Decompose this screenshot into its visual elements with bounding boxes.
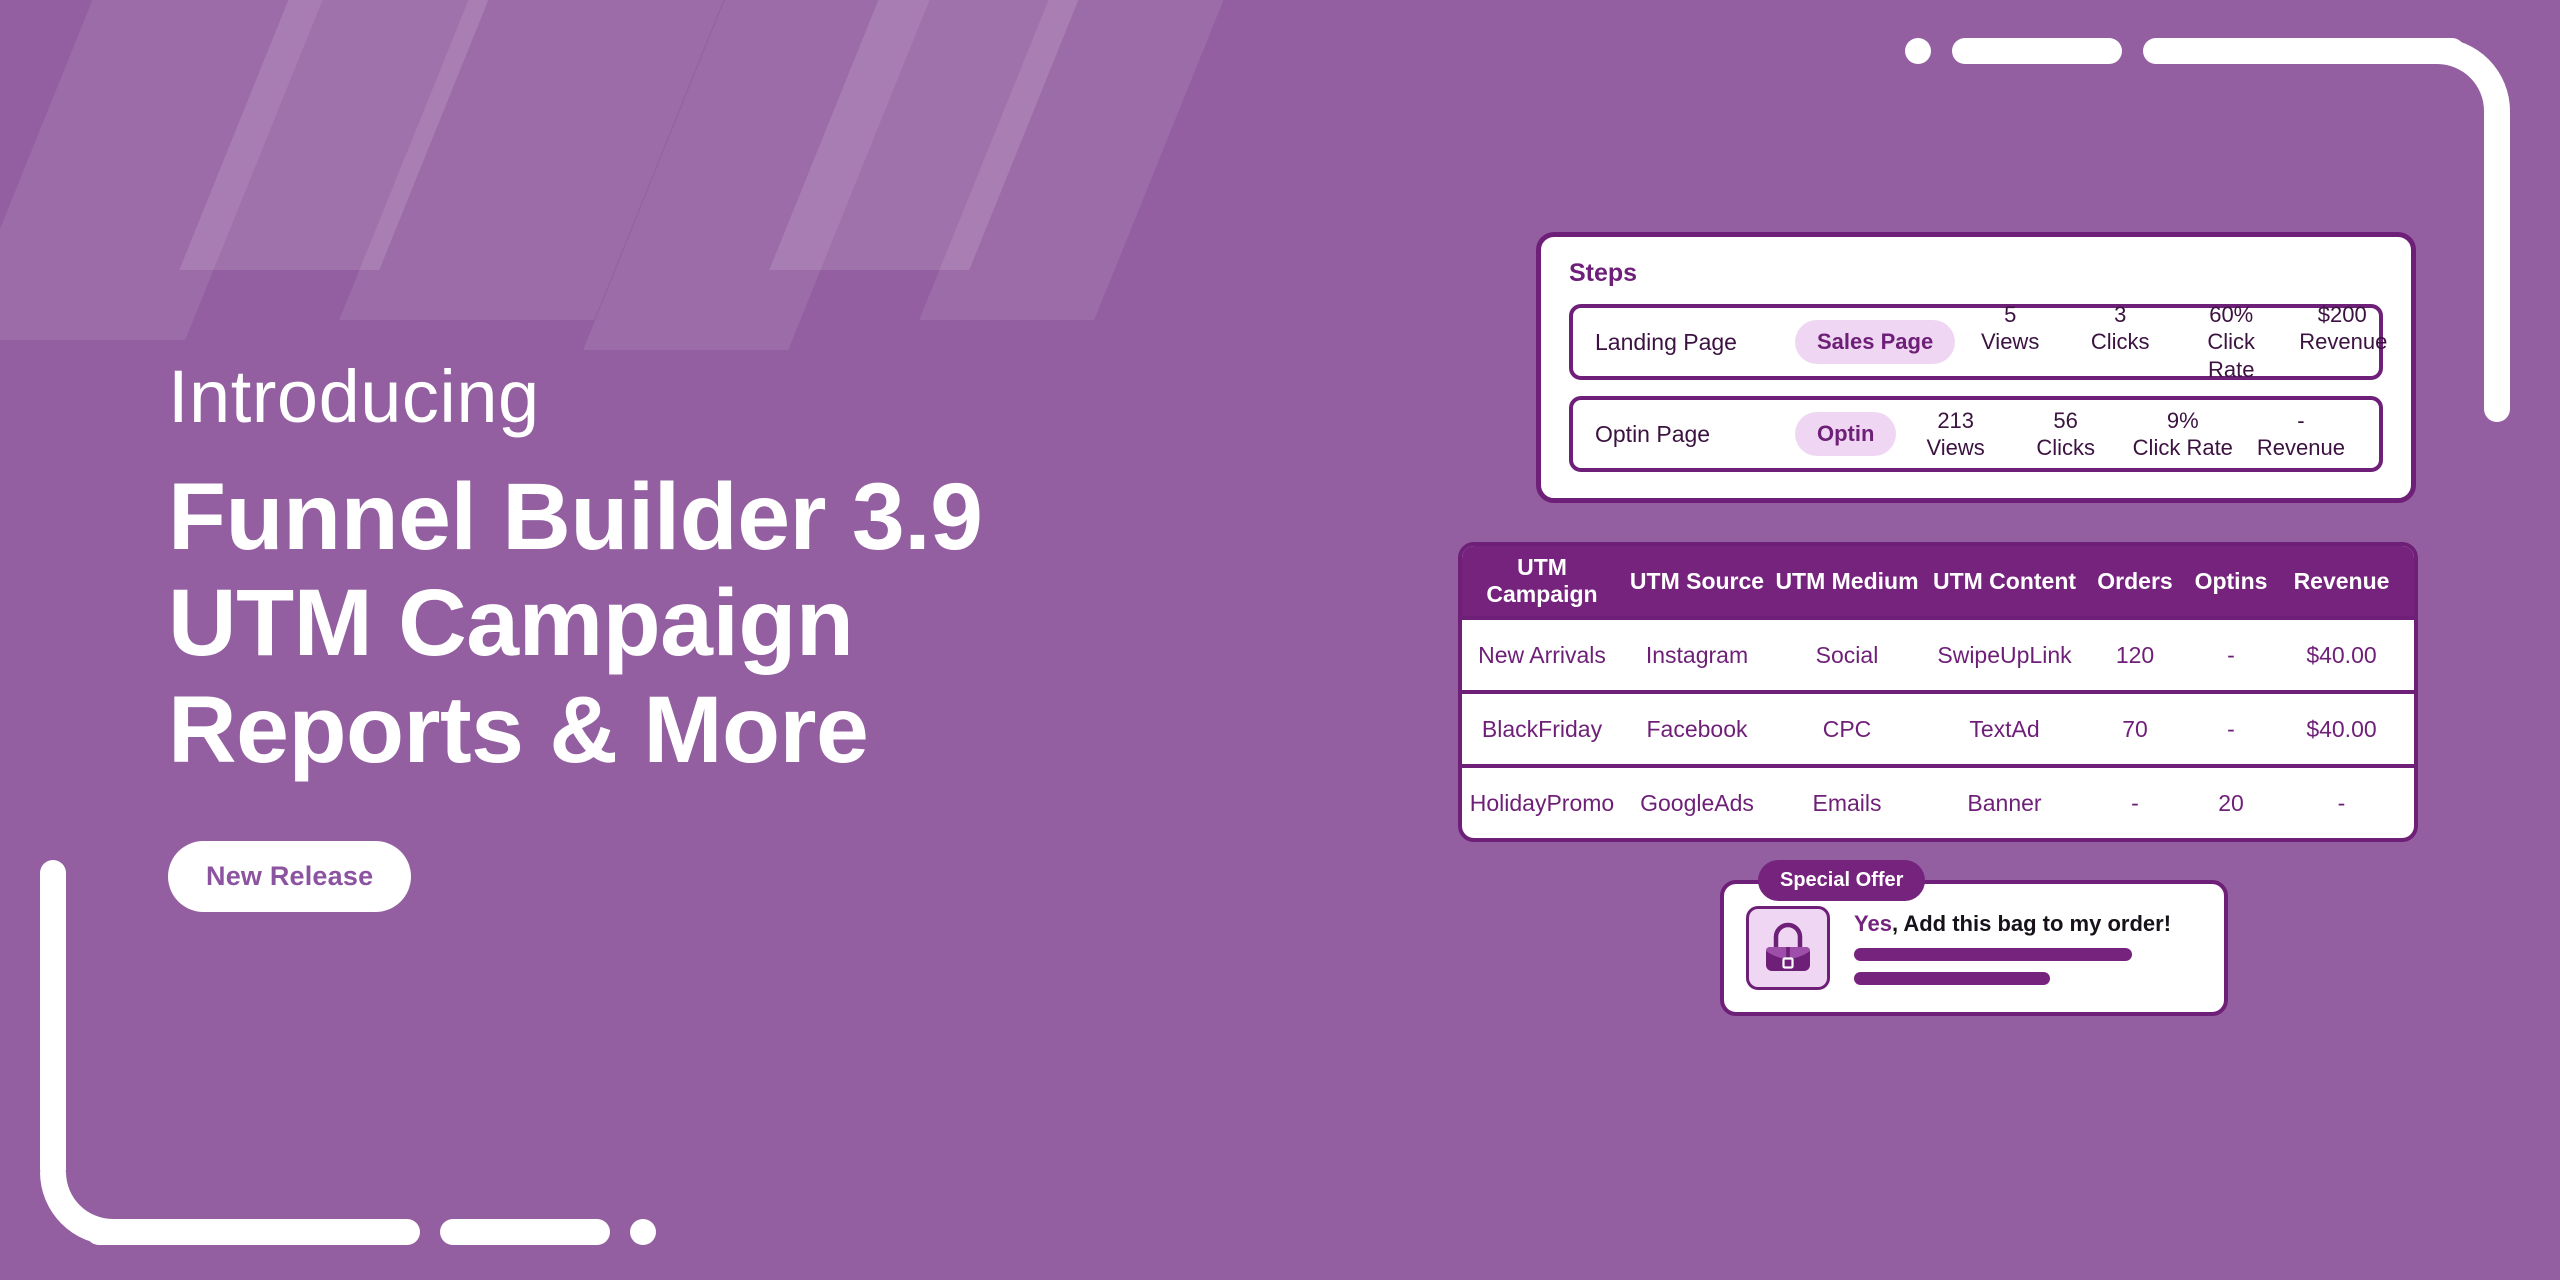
decorative-diamond-pattern xyxy=(0,0,1256,350)
step-name: Landing Page xyxy=(1595,328,1737,355)
metric-views: 213 Views xyxy=(1901,407,2011,462)
cell-campaign: New Arrivals xyxy=(1478,641,1606,668)
metric-click-rate: 9% Click Rate xyxy=(2121,407,2245,462)
cell-campaign: BlackFriday xyxy=(1481,715,1603,742)
metric-value: $200 xyxy=(2317,301,2367,327)
table-row[interactable]: HolidayPromo GoogleAds Emails Banner - 2… xyxy=(1462,764,2414,838)
promo-banner: Introducing Funnel Builder 3.9 UTM Campa… xyxy=(0,0,2560,1280)
utm-campaign-table: UTM Campaign UTM Source UTM Medium UTM C… xyxy=(1458,542,2418,842)
diamond-shape xyxy=(0,0,355,340)
cell-source: GoogleAds xyxy=(1640,789,1754,816)
headline-line-2: UTM Campaign xyxy=(168,570,854,677)
metric-value: 5 xyxy=(2004,301,2017,327)
offer-accent-word: Yes xyxy=(1854,911,1892,936)
table-row[interactable]: New Arrivals Instagram Social SwipeUpLin… xyxy=(1462,616,2414,690)
column-header: UTM Source xyxy=(1629,567,1765,594)
cell-optins: - xyxy=(2227,715,2235,742)
metric-value: - xyxy=(2297,407,2305,433)
cell-medium: CPC xyxy=(1822,715,1872,742)
status-badge: Special Offer xyxy=(1758,860,1926,901)
metric-clicks: 3 Clicks xyxy=(2065,301,2175,384)
diamond-shape xyxy=(179,0,521,270)
bracket-vertical-line xyxy=(40,860,66,1182)
cell-optins: 20 xyxy=(2218,789,2244,816)
metric-label: Views xyxy=(1981,329,2040,355)
step-metrics: 5 Views 3 Clicks 60% Click Rate $200 Rev… xyxy=(1955,301,2397,384)
bracket-dash xyxy=(440,1219,610,1245)
cell-revenue: - xyxy=(2337,789,2346,816)
metric-click-rate: 60% Click Rate xyxy=(2175,301,2287,384)
metric-label: Clicks xyxy=(2036,435,2095,460)
cell-revenue: $40.00 xyxy=(2306,715,2377,742)
diamond-shape xyxy=(919,0,1256,320)
new-release-button[interactable]: New Release xyxy=(168,841,412,913)
cell-source: Instagram xyxy=(1645,641,1749,668)
column-header: UTM Medium xyxy=(1775,567,1919,594)
offer-headline: Yes, Add this bag to my order! xyxy=(1854,911,2202,937)
metric-label: Clicks xyxy=(2090,329,2150,355)
column-header: UTM Campaign xyxy=(1486,554,1598,607)
diamond-shape xyxy=(583,0,962,350)
eyebrow-text: Introducing xyxy=(168,355,540,438)
product-thumbnail xyxy=(1746,906,1830,990)
headline-line-3: Reports & More xyxy=(168,676,869,783)
column-header: Orders xyxy=(2097,567,2173,594)
cell-orders: 120 xyxy=(2115,641,2155,668)
page-title: Funnel Builder 3.9 UTM Campaign Reports … xyxy=(168,464,1368,783)
step-type-badge: Optin xyxy=(1795,412,1897,456)
cell-content: Banner xyxy=(1967,789,2042,816)
metric-label: Revenue xyxy=(2256,435,2345,460)
step-row[interactable]: Landing Page Sales Page 5 Views 3 Clicks… xyxy=(1569,302,2387,382)
metric-views: 5 Views xyxy=(1955,301,2065,384)
table-row[interactable]: BlackFriday Facebook CPC TextAd 70 - $40… xyxy=(1462,690,2414,764)
hero-text-column: Introducing Funnel Builder 3.9 UTM Campa… xyxy=(168,355,1368,913)
step-row[interactable]: Optin Page Optin 213 Views 56 Clicks 9% … xyxy=(1569,396,2383,472)
placeholder-line xyxy=(1854,948,2132,961)
cell-content: TextAd xyxy=(1969,715,2040,742)
column-header: Optins xyxy=(2194,567,2268,594)
cell-orders: 70 xyxy=(2122,715,2148,742)
steps-card-title: Steps xyxy=(1569,259,1638,287)
steps-card: Steps Landing Page Sales Page 5 Views 3 … xyxy=(1536,232,2416,503)
cell-revenue: $40.00 xyxy=(2306,641,2377,668)
table-header-row: UTM Campaign UTM Source UTM Medium UTM C… xyxy=(1462,546,2414,616)
handbag-icon xyxy=(1766,922,1810,971)
metric-value: 3 xyxy=(2114,301,2127,327)
headline-line-1: Funnel Builder 3.9 xyxy=(168,464,983,570)
cell-content: SwipeUpLink xyxy=(1937,641,2072,668)
metric-value: 56 xyxy=(2053,407,2078,433)
offer-copy: Yes, Add this bag to my order! xyxy=(1854,911,2202,985)
cell-medium: Social xyxy=(1815,641,1879,668)
metric-value: 9% xyxy=(2166,407,2199,433)
step-metrics: 213 Views 56 Clicks 9% Click Rate - Reve… xyxy=(1896,407,2357,462)
metric-clicks: 56 Clicks xyxy=(2011,407,2121,462)
column-header: UTM Content xyxy=(1932,567,2077,594)
cell-medium: Emails xyxy=(1812,789,1882,816)
placeholder-line xyxy=(1854,972,2050,985)
screenshot-mockups-column: Steps Landing Page Sales Page 5 Views 3 … xyxy=(1440,0,2560,1280)
metric-value: 213 xyxy=(1937,407,1975,433)
metric-label: Click Rate xyxy=(2207,329,2256,382)
cell-campaign: HolidayPromo xyxy=(1469,789,1615,816)
offer-headline-rest: , Add this bag to my order! xyxy=(1891,911,2172,936)
metric-label: Click Rate xyxy=(2132,435,2233,460)
cell-optins: - xyxy=(2227,641,2235,668)
cell-source: Facebook xyxy=(1646,715,1748,742)
bracket-long-line xyxy=(86,1219,420,1245)
metric-label: Revenue xyxy=(2299,329,2388,355)
cell-orders: - xyxy=(2131,789,2139,816)
diamond-shape xyxy=(769,0,1111,270)
diamond-shape xyxy=(339,0,756,320)
metric-revenue: - Revenue xyxy=(2245,407,2357,462)
step-type-badge: Sales Page xyxy=(1795,320,1956,364)
metric-label: Views xyxy=(1926,435,1985,460)
metric-value: 60% xyxy=(2209,301,2254,327)
bracket-dot xyxy=(630,1219,656,1245)
step-name: Optin Page xyxy=(1595,420,1711,447)
metric-revenue: $200 Revenue xyxy=(2287,301,2397,384)
column-header: Revenue xyxy=(2293,567,2390,594)
bracket-corner xyxy=(40,1172,113,1245)
